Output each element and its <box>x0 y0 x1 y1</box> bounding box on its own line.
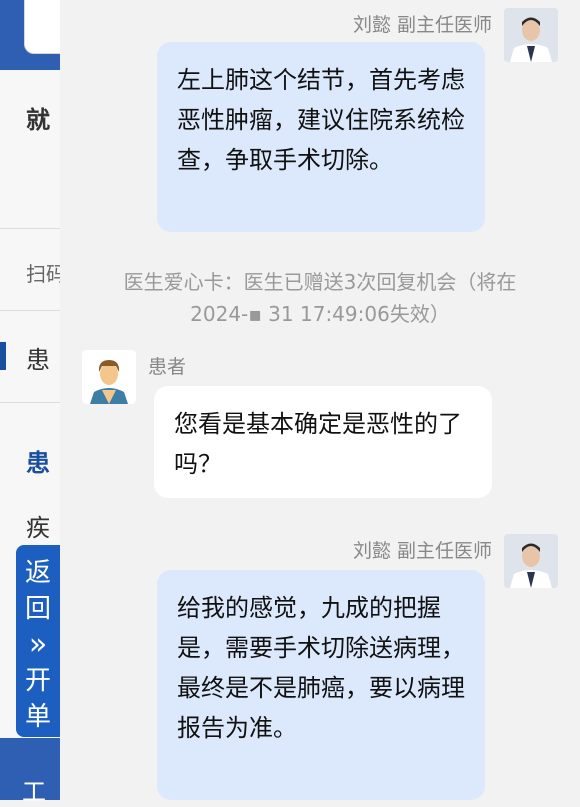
divider <box>0 402 60 403</box>
doctor-message-bubble[interactable]: 左上肺这个结节，首先考虑恶性肿瘤，建议住院系统检查，争取手术切除。 <box>157 42 485 232</box>
sender-name: 刘懿 副主任医师 <box>352 14 492 36</box>
double-chevron-icon: » <box>28 627 48 662</box>
doctor-avatar-icon <box>504 8 558 62</box>
divider <box>0 310 60 311</box>
sender-name: 刘懿 副主任医师 <box>352 540 492 562</box>
back-button-char: 回 <box>24 594 51 624</box>
back-button-char: 单 <box>24 702 51 732</box>
sender-name: 患者 <box>148 356 187 378</box>
patient-avatar-icon <box>82 350 136 404</box>
notice-line: 2024-▪ 31 17:49:06失效） <box>190 302 450 326</box>
doctor-avatar[interactable] <box>504 8 558 62</box>
section-heading: 就 <box>26 106 50 134</box>
notice-line: 医生爱心卡：医生已赠送3次回复机会（将在 <box>123 270 517 294</box>
back-to-order-button[interactable]: 返 回 » 开 单 <box>16 545 60 737</box>
divider <box>0 228 60 229</box>
bottom-label: 工 <box>22 778 46 806</box>
back-button-char: 返 <box>24 558 51 588</box>
chat-panel[interactable]: 刘懿 副主任医师 左上肺这个结节，首先考虑恶性肿瘤，建议住院系统检查，争取手术切… <box>60 0 580 800</box>
patient-message-bubble[interactable]: 您看是基本确定是恶性的了吗？ <box>154 386 492 498</box>
love-card-notice: 医生爱心卡：医生已赠送3次回复机会（将在 2024-▪ 31 17:49:06失… <box>60 266 580 330</box>
selected-indicator <box>0 342 6 370</box>
doctor-message-bubble[interactable]: 给我的感觉，九成的把握是，需要手术切除送病理，最终是不是肺癌，要以病理报告为准。 <box>157 570 485 800</box>
background-bottom-bar: 工 <box>0 738 60 806</box>
doctor-avatar-icon <box>504 534 558 588</box>
patient-avatar[interactable] <box>82 350 136 404</box>
doctor-avatar[interactable] <box>504 534 558 588</box>
patient-tab[interactable]: 患 <box>26 340 50 375</box>
disease-label: 疾 <box>26 514 50 542</box>
patient-heading: 患 <box>26 449 50 477</box>
back-button-char: 开 <box>24 666 51 696</box>
